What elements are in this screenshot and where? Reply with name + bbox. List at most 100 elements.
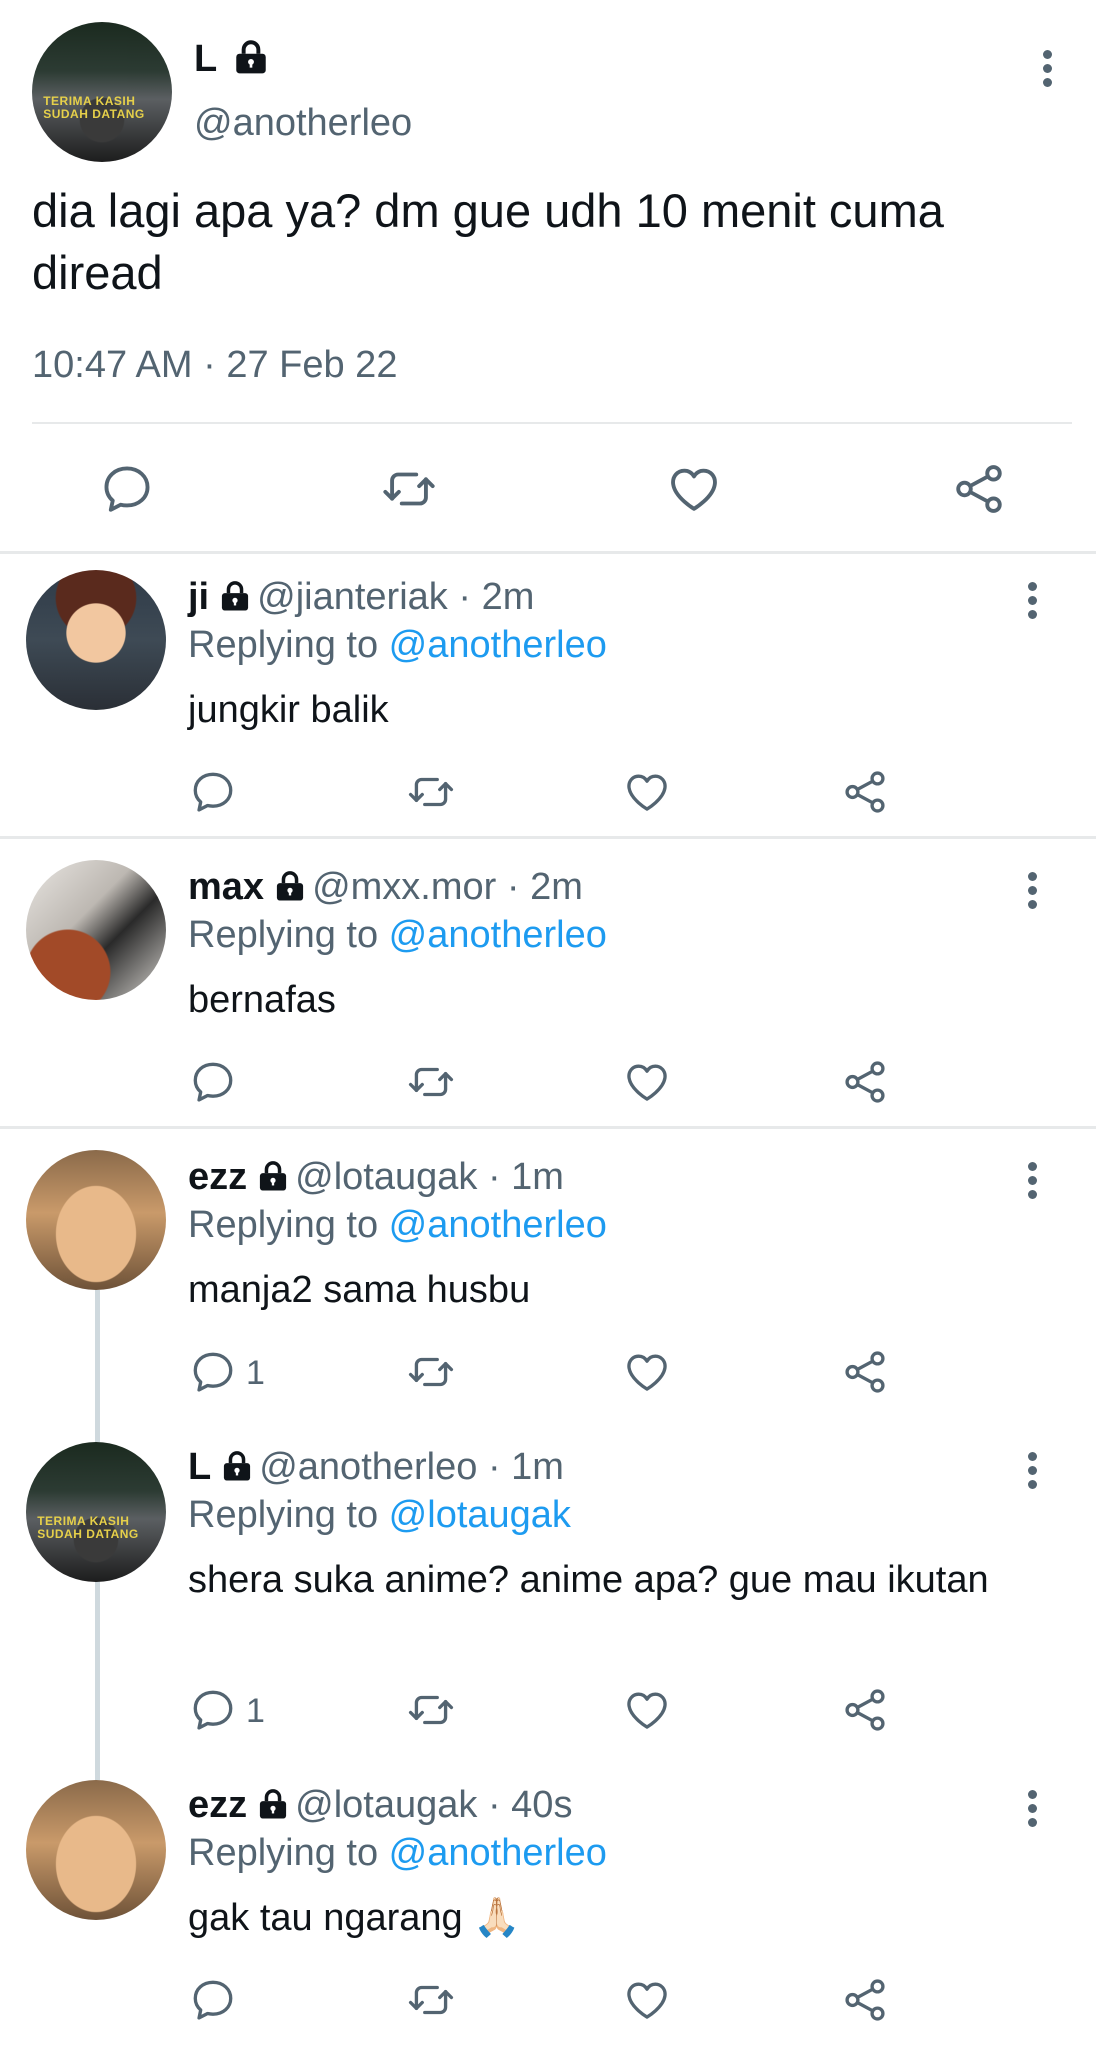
reply-author-row: ezz @lotaugak · 1m	[188, 1155, 564, 1199]
share-icon[interactable]	[840, 767, 890, 817]
main-author-row[interactable]: L	[194, 38, 276, 88]
reply-text: manja2 sama husbu	[188, 1269, 531, 1311]
reply-text: jungkir balik	[188, 689, 389, 731]
separator: ·	[496, 866, 531, 908]
reply-avatar[interactable]	[26, 570, 166, 710]
replying-to: Replying to @lotaugak	[188, 1493, 571, 1537]
reply-text: gak tau ngarang 🙏🏻	[188, 1897, 521, 1939]
divider	[32, 422, 1072, 424]
heart-icon[interactable]	[622, 1057, 672, 1107]
heart-icon[interactable]	[622, 1975, 672, 2025]
reply-display-name[interactable]: L	[188, 1446, 211, 1488]
retweet-icon[interactable]	[406, 1347, 456, 1397]
more-vertical-icon[interactable]	[1027, 1790, 1039, 1832]
more-vertical-icon[interactable]	[1027, 1452, 1039, 1494]
reply-handle[interactable]: @lotaugak	[295, 1156, 477, 1198]
divider	[0, 551, 1096, 554]
thread-line	[95, 1290, 100, 1442]
lock-icon	[255, 1160, 291, 1192]
lock-icon	[255, 1788, 291, 1820]
reply-display-name[interactable]: ezz	[188, 1156, 247, 1198]
lock-icon	[219, 1450, 255, 1482]
reply-handle[interactable]: @mxx.mor	[312, 866, 496, 908]
share-icon[interactable]	[840, 1057, 890, 1107]
lock-icon	[217, 580, 253, 612]
reply-icon[interactable]	[188, 1685, 238, 1735]
main-avatar[interactable]: TERIMA KASIH SUDAH DATANG	[32, 22, 172, 162]
reply-icon[interactable]	[188, 1975, 238, 2025]
more-vertical-icon[interactable]	[1027, 1162, 1039, 1204]
separator: ·	[477, 1446, 512, 1488]
reply-avatar[interactable]	[26, 860, 166, 1000]
reply-display-name[interactable]: ji	[188, 576, 209, 618]
heart-icon[interactable]	[622, 1685, 672, 1735]
heart-icon[interactable]	[665, 460, 723, 518]
replying-to: Replying to @anotherleo	[188, 623, 607, 667]
separator: ·	[477, 1784, 512, 1826]
reply-icon[interactable]	[188, 767, 238, 817]
share-icon[interactable]	[840, 1975, 890, 2025]
reply-avatar[interactable]	[26, 1780, 166, 1920]
replying-label: Replying to	[188, 1204, 389, 1246]
reply-author-row: ji @jianteriak · 2m	[188, 575, 534, 619]
replying-to-link[interactable]: @lotaugak	[389, 1494, 571, 1536]
reply-avatar[interactable]	[26, 1150, 166, 1290]
divider	[0, 1126, 1096, 1129]
main-timestamp[interactable]: 10:47 AM · 27 Feb 22	[32, 344, 397, 387]
reply-count: 1	[246, 1692, 265, 1730]
replying-to-link[interactable]: @anotherleo	[389, 1832, 607, 1874]
retweet-icon[interactable]	[406, 1685, 456, 1735]
replying-label: Replying to	[188, 624, 389, 666]
more-vertical-icon[interactable]	[1027, 582, 1039, 624]
reply-handle[interactable]: @jianteriak	[257, 576, 448, 618]
more-vertical-icon[interactable]	[1027, 872, 1039, 914]
reply-author-row: ezz @lotaugak · 40s	[188, 1783, 572, 1827]
replying-to: Replying to @anotherleo	[188, 913, 607, 957]
reply-icon[interactable]	[188, 1057, 238, 1107]
retweet-icon[interactable]	[406, 1975, 456, 2025]
reply-display-name[interactable]: ezz	[188, 1784, 247, 1826]
share-icon[interactable]	[950, 460, 1008, 518]
avatar-banner-text: TERIMA KASIH SUDAH DATANG	[37, 1513, 139, 1541]
heart-icon[interactable]	[622, 767, 672, 817]
replying-to: Replying to @anotherleo	[188, 1831, 607, 1875]
reply-time[interactable]: 2m	[482, 576, 535, 618]
lock-icon	[230, 39, 272, 75]
reply-time[interactable]: 40s	[511, 1784, 572, 1826]
reply-handle[interactable]: @anotherleo	[259, 1446, 477, 1488]
reply-avatar[interactable]: TERIMA KASIH SUDAH DATANG	[26, 1442, 166, 1582]
share-icon[interactable]	[840, 1347, 890, 1397]
retweet-icon[interactable]	[406, 767, 456, 817]
thread-line	[95, 1580, 100, 1780]
share-icon[interactable]	[840, 1685, 890, 1735]
heart-icon[interactable]	[622, 1347, 672, 1397]
replying-to: Replying to @anotherleo	[188, 1203, 607, 1247]
main-handle[interactable]: @anotherleo	[194, 102, 412, 145]
replying-label: Replying to	[188, 1832, 389, 1874]
more-vertical-icon[interactable]	[1042, 50, 1054, 92]
replying-to-link[interactable]: @anotherleo	[389, 624, 607, 666]
reply-time[interactable]: 1m	[511, 1156, 564, 1198]
reply-author-row: L @anotherleo · 1m	[188, 1445, 564, 1489]
divider	[0, 836, 1096, 839]
reply-icon[interactable]	[98, 460, 156, 518]
reply-display-name[interactable]: max	[188, 866, 264, 908]
reply-count: 1	[246, 1354, 265, 1392]
main-tweet-text: dia lagi apa ya? dm gue udh 10 menit cum…	[32, 184, 944, 299]
reply-time[interactable]: 1m	[511, 1446, 564, 1488]
lock-icon	[272, 870, 308, 902]
reply-time[interactable]: 2m	[530, 866, 583, 908]
main-display-name[interactable]: L	[194, 38, 217, 80]
replying-to-link[interactable]: @anotherleo	[389, 914, 607, 956]
replying-label: Replying to	[188, 914, 389, 956]
replying-label: Replying to	[188, 1494, 389, 1536]
reply-text: bernafas	[188, 979, 336, 1021]
avatar-banner-text: TERIMA KASIH SUDAH DATANG	[43, 93, 145, 121]
reply-icon[interactable]	[188, 1347, 238, 1397]
reply-handle[interactable]: @lotaugak	[295, 1784, 477, 1826]
retweet-icon[interactable]	[380, 460, 438, 518]
retweet-icon[interactable]	[406, 1057, 456, 1107]
reply-author-row: max @mxx.mor · 2m	[188, 865, 583, 909]
separator: ·	[477, 1156, 512, 1198]
replying-to-link[interactable]: @anotherleo	[389, 1204, 607, 1246]
